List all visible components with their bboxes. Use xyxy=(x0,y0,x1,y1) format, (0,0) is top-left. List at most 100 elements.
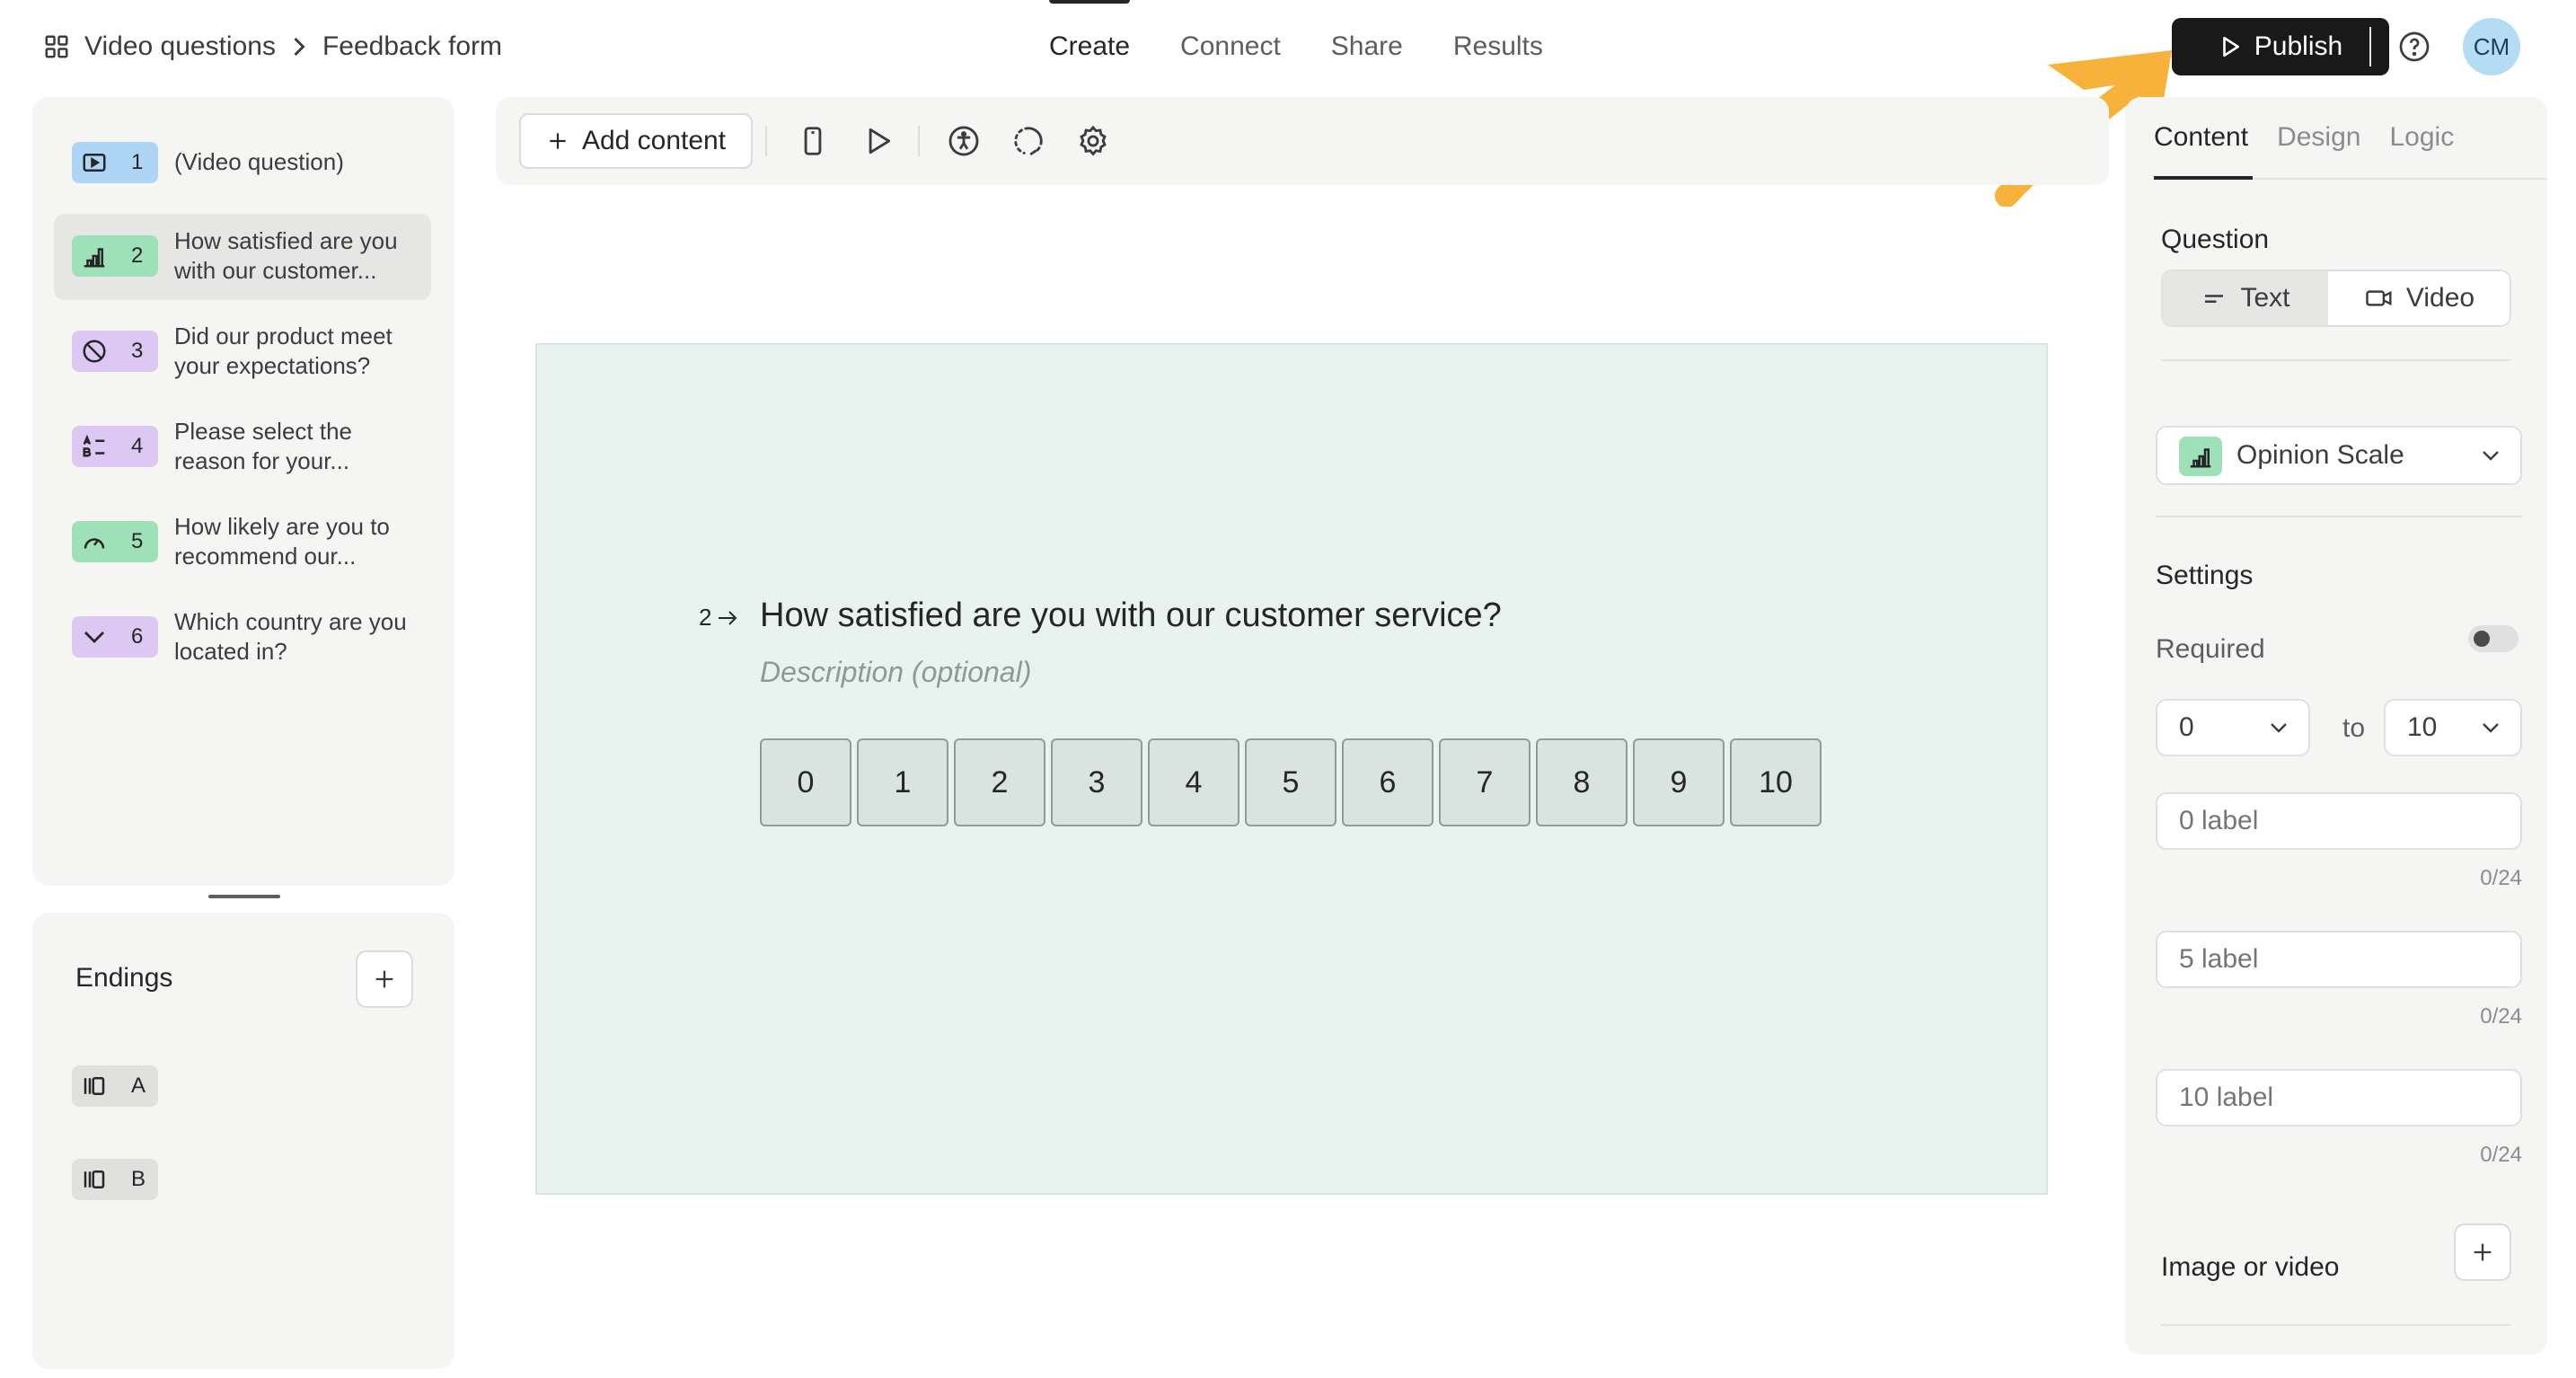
plus-icon xyxy=(375,970,393,988)
scale-option-5[interactable]: 5 xyxy=(1245,738,1337,826)
opinion-scale-icon xyxy=(2190,448,2211,468)
panel-resize-handle[interactable] xyxy=(208,895,280,898)
question-kind-value: Opinion Scale xyxy=(2236,440,2404,470)
tab-design[interactable]: Design xyxy=(2277,122,2360,153)
question-title: How likely are you to recommend our... xyxy=(174,513,390,570)
question-badge-3: 3 xyxy=(72,331,158,372)
scale-option-8[interactable]: 8 xyxy=(1536,738,1628,826)
required-label: Required xyxy=(2156,634,2265,664)
scale-option-0[interactable]: 0 xyxy=(760,738,851,826)
divider xyxy=(2156,516,2522,517)
question-kind-badge xyxy=(2179,437,2222,476)
question-badge-5: 5 xyxy=(72,521,158,562)
divider xyxy=(2161,359,2511,361)
endings-title: Endings xyxy=(75,963,173,993)
play-preview-icon[interactable] xyxy=(860,124,895,158)
question-badge-4: 4 xyxy=(72,426,158,467)
label-5-input[interactable] xyxy=(2156,931,2522,988)
tab-content[interactable]: Content xyxy=(2154,122,2248,153)
question-number: 1 xyxy=(131,150,144,174)
nps-gauge-icon xyxy=(84,538,105,549)
tab-connect[interactable]: Connect xyxy=(1155,0,1306,93)
settings-tabs: Content Design Logic xyxy=(2154,122,2454,153)
opinion-scale: 0 1 2 3 4 5 6 7 8 9 10 xyxy=(760,738,1822,826)
ending-icon xyxy=(84,1170,105,1188)
multiple-choice-icon xyxy=(83,434,105,457)
question-number: 2 xyxy=(131,243,144,268)
ending-label: A xyxy=(131,1073,146,1098)
settings-gear-icon[interactable] xyxy=(1076,124,1110,158)
endings-panel: Endings A B xyxy=(32,913,454,1369)
label-10-input[interactable] xyxy=(2156,1069,2522,1126)
range-to-value: 10 xyxy=(2407,712,2438,742)
question-number: 6 xyxy=(131,624,144,649)
add-ending-button[interactable] xyxy=(356,950,413,1008)
question-section-label: Question xyxy=(2161,225,2270,254)
grid-icon[interactable] xyxy=(43,33,70,60)
question-title: Did our product meet your expectations? xyxy=(174,322,393,379)
range-from-select[interactable]: 0 xyxy=(2156,699,2310,756)
label-0-counter: 0/24 xyxy=(2480,866,2522,890)
label-10-counter: 0/24 xyxy=(2480,1143,2522,1167)
required-toggle[interactable] xyxy=(2468,625,2519,652)
top-nav: Create Connect Share Results xyxy=(1024,0,1568,93)
tab-logic[interactable]: Logic xyxy=(2389,122,2454,153)
scale-option-3[interactable]: 3 xyxy=(1051,738,1142,826)
question-type-text[interactable]: Text xyxy=(2163,271,2328,325)
scale-option-6[interactable]: 6 xyxy=(1342,738,1434,826)
yes-no-icon xyxy=(83,340,106,363)
ending-icon xyxy=(84,1077,105,1095)
loading-icon[interactable] xyxy=(1011,124,1045,158)
active-tab-indicator xyxy=(2154,176,2253,180)
play-icon xyxy=(2222,36,2239,57)
tab-results[interactable]: Results xyxy=(1428,0,1568,93)
question-type-toggle: Text Video xyxy=(2161,269,2511,327)
scale-option-1[interactable]: 1 xyxy=(857,738,948,826)
avatar[interactable]: CM xyxy=(2463,18,2520,75)
tab-create[interactable]: Create xyxy=(1024,0,1155,93)
question-number-label: 2 xyxy=(699,604,738,632)
help-icon[interactable] xyxy=(2398,31,2430,63)
question-title: Please select the reason for your... xyxy=(174,418,353,474)
accessibility-icon[interactable] xyxy=(947,124,981,158)
editor-toolbar: Add content xyxy=(496,97,2109,185)
add-content-button[interactable]: Add content xyxy=(519,113,753,169)
mobile-preview-icon[interactable] xyxy=(796,124,830,158)
question-title: How satisfied are you with our customer.… xyxy=(174,227,398,284)
ending-item-a[interactable]: A xyxy=(72,1065,158,1107)
image-or-video-label: Image or video xyxy=(2161,1252,2340,1282)
toolbar-divider xyxy=(918,126,920,156)
scale-option-10[interactable]: 10 xyxy=(1730,738,1822,826)
scale-option-2[interactable]: 2 xyxy=(954,738,1045,826)
scale-option-4[interactable]: 4 xyxy=(1148,738,1239,826)
question-type-video[interactable]: Video xyxy=(2330,271,2510,325)
add-media-button[interactable] xyxy=(2454,1223,2511,1281)
description-field[interactable]: Description (optional) xyxy=(760,656,1031,689)
video-icon xyxy=(83,154,106,172)
breadcrumb-form[interactable]: Feedback form xyxy=(322,31,502,62)
dropdown-icon xyxy=(84,632,104,643)
chevron-down-icon xyxy=(2483,451,2499,461)
question-badge-2: 2 xyxy=(72,235,158,277)
toolbar-divider xyxy=(765,126,767,156)
label-0-input[interactable] xyxy=(2156,792,2522,850)
question-badge-1: 1 xyxy=(72,142,158,183)
breadcrumb-workspace[interactable]: Video questions xyxy=(84,31,276,62)
breadcrumb: Video questions Feedback form xyxy=(43,27,502,66)
opinion-scale-icon xyxy=(84,248,105,268)
tab-share[interactable]: Share xyxy=(1306,0,1428,93)
scale-option-7[interactable]: 7 xyxy=(1439,738,1531,826)
question-kind-select[interactable]: Opinion Scale xyxy=(2156,426,2522,485)
publish-button[interactable]: Publish xyxy=(2172,18,2389,75)
range-to-select[interactable]: 10 xyxy=(2384,699,2522,756)
question-number: 4 xyxy=(131,434,144,458)
ending-item-b[interactable]: B xyxy=(72,1159,158,1200)
add-content-label: Add content xyxy=(581,126,727,155)
range-to-label: to xyxy=(2342,713,2366,743)
question-title-field[interactable]: How satisfied are you with our customer … xyxy=(760,596,1502,635)
question-title: Which country are you located in? xyxy=(174,608,407,665)
range-from-value: 0 xyxy=(2179,712,2194,742)
scale-option-9[interactable]: 9 xyxy=(1633,738,1725,826)
chevron-right-icon xyxy=(294,37,305,57)
label-5-counter: 0/24 xyxy=(2480,1004,2522,1029)
